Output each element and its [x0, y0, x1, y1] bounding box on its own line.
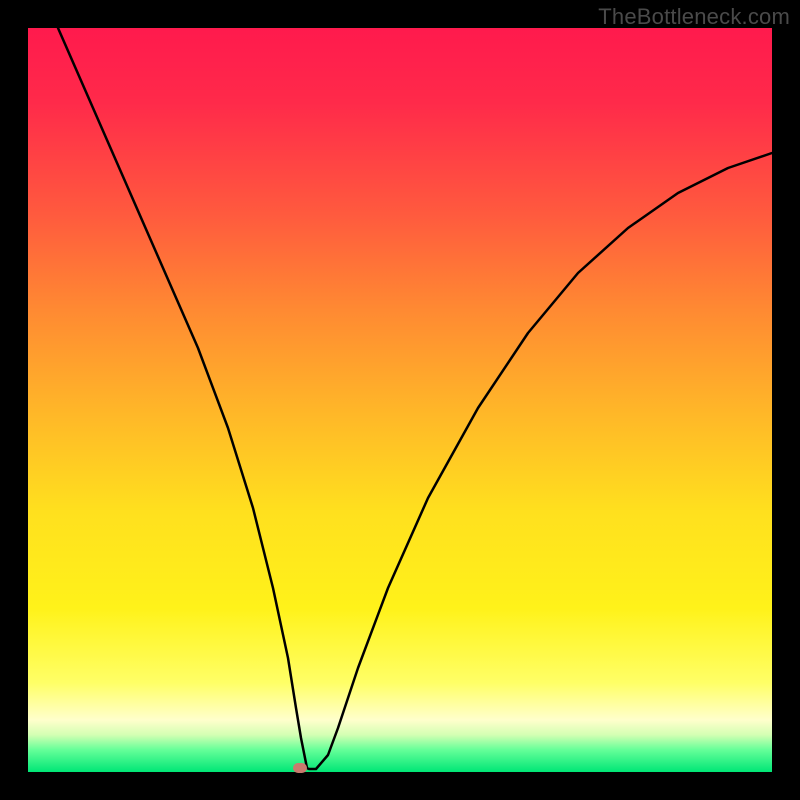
bottleneck-curve — [28, 28, 772, 772]
curve-path — [58, 28, 772, 769]
optimal-marker — [293, 763, 307, 773]
watermark-text: TheBottleneck.com — [598, 4, 790, 30]
